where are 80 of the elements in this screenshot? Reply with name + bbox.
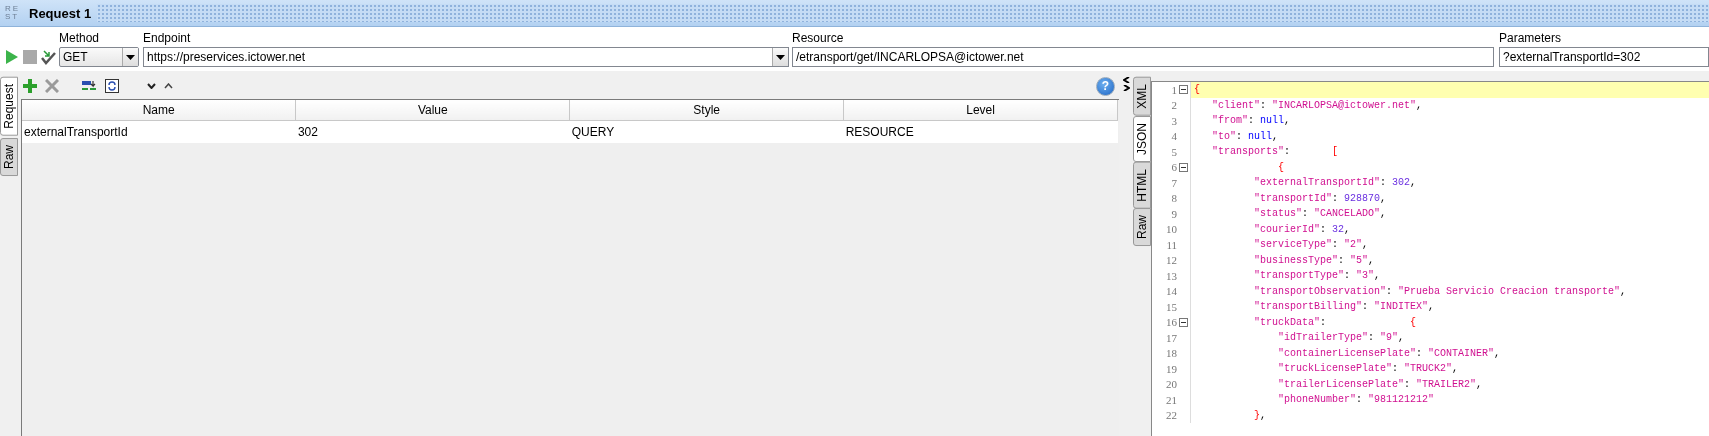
method-field[interactable]: GET <box>59 47 139 67</box>
endpoint-field[interactable]: https://preservices.ictower.net <box>143 47 789 67</box>
line-number: 14 <box>1166 285 1177 298</box>
line-number: 19 <box>1166 362 1177 375</box>
line-number: 15 <box>1166 300 1177 313</box>
line-number: 11 <box>1166 238 1177 251</box>
chevron-up-icon[interactable] <box>164 83 173 89</box>
column-header[interactable]: Level <box>843 100 1118 121</box>
code-line: "transportType": "3", <box>1253 269 1382 284</box>
line-number: 13 <box>1166 269 1177 282</box>
code-line: "truckLicensePlate": "TRUCK2", <box>1277 362 1460 377</box>
column-header[interactable]: Value <box>295 100 570 121</box>
code-line: "transportId": 928870, <box>1253 191 1388 206</box>
code-line: "status": "CANCELADO", <box>1253 207 1388 222</box>
code-line: "phoneNumber": "981121212" <box>1277 393 1436 408</box>
refresh-icon[interactable] <box>105 79 119 93</box>
column-header[interactable]: Name <box>22 100 296 121</box>
line-number: 6 <box>1171 161 1177 174</box>
resource-field[interactable]: /etransport/get/INCARLOPSA@ictower.net <box>792 47 1494 67</box>
window-title: Request 1 <box>29 5 92 21</box>
code-line: "externalTransportId": 302, <box>1253 176 1418 191</box>
code-line: "from": null, <box>1211 114 1292 129</box>
dropdown-arrow-icon[interactable] <box>126 54 135 60</box>
code-line: "transportObservation": "Prueba Servicio Creacion transporte", <box>1253 284 1628 299</box>
fold-icon[interactable] <box>1179 317 1188 327</box>
chevron-down-icon[interactable] <box>147 83 156 89</box>
line-number: 8 <box>1171 192 1177 205</box>
line-number: 22 <box>1166 409 1177 422</box>
side-tab[interactable]: JSON <box>1133 115 1151 162</box>
run-icon[interactable] <box>5 49 19 65</box>
side-tab[interactable]: HTML <box>1133 161 1151 209</box>
line-number: 7 <box>1171 176 1177 189</box>
line-number: 20 <box>1166 378 1177 391</box>
fold-icon[interactable] <box>1179 85 1188 95</box>
table-cell: 302 <box>295 120 570 143</box>
dropdown-arrow-icon[interactable] <box>776 54 785 60</box>
line-number: 5 <box>1171 145 1177 158</box>
code-line: "serviceType": "2", <box>1253 238 1370 253</box>
code-line: "businessType": "5", <box>1253 253 1376 268</box>
line-number: 18 <box>1166 347 1177 360</box>
rest-logo: RE ST <box>4 5 22 21</box>
line-number: 2 <box>1171 99 1177 112</box>
table-cell: QUERY <box>569 120 844 143</box>
code-line: "transports": [ <box>1211 145 1340 160</box>
parameters-label: Parameters <box>1499 31 1563 46</box>
table-cell: RESOURCE <box>843 120 1118 143</box>
side-tab[interactable]: XML <box>1133 77 1151 116</box>
code-line: "idTrailerType": "9", <box>1277 331 1406 346</box>
line-number: 9 <box>1171 207 1177 220</box>
code-line: "transportBilling": "INDITEX", <box>1253 300 1436 315</box>
line-number: 10 <box>1166 223 1177 236</box>
line-number: 1 <box>1171 83 1177 96</box>
code-line: "client": "INCARLOPSA@ictower.net", <box>1211 98 1424 113</box>
code-line: }, <box>1253 408 1268 423</box>
code-line: "to": null, <box>1211 129 1280 144</box>
code-line: "courierId": 32, <box>1253 222 1352 237</box>
side-tab[interactable]: Request <box>0 77 18 136</box>
code-line: "containerLicensePlate": "CONTAINER", <box>1277 346 1502 361</box>
side-tab[interactable]: Raw <box>0 137 18 176</box>
endpoint-label: Endpoint <box>143 31 192 46</box>
table-cell: externalTransportId <box>22 120 296 143</box>
side-tab[interactable]: Raw <box>1133 208 1151 247</box>
code-line: { <box>1277 160 1285 175</box>
collapse-left-icon[interactable] <box>1122 77 1130 83</box>
line-number: 16 <box>1166 316 1177 329</box>
check-arrow-icon[interactable] <box>41 49 56 65</box>
expand-right-icon[interactable] <box>1122 85 1130 91</box>
line-number: 17 <box>1166 331 1177 344</box>
resource-label: Resource <box>792 31 845 46</box>
column-header[interactable]: Style <box>569 100 844 121</box>
fold-icon[interactable] <box>1179 162 1188 172</box>
code-line: "trailerLicensePlate": "TRAILER2", <box>1277 377 1484 392</box>
parameters-field[interactable]: ?externalTransportId=302 <box>1499 47 1709 67</box>
line-number: 12 <box>1166 254 1177 267</box>
line-number: 21 <box>1166 393 1177 406</box>
line-number: 4 <box>1171 130 1177 143</box>
code-line: "truckData": { <box>1253 315 1418 330</box>
method-label: Method <box>59 31 101 46</box>
line-number: 3 <box>1171 114 1177 127</box>
add-icon[interactable] <box>23 79 37 93</box>
